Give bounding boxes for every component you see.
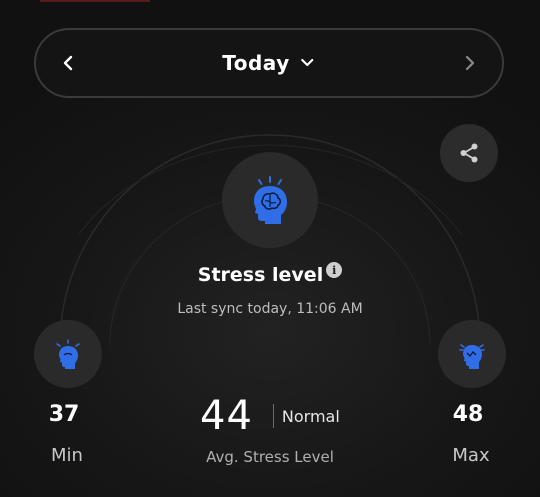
stress-icon-circle: [222, 152, 318, 248]
stress-title-row: Stress level i: [0, 262, 540, 286]
max-stress-icon-circle: [438, 320, 506, 388]
info-icon[interactable]: i: [326, 262, 343, 278]
brain-head-icon: [254, 176, 287, 224]
min-stress-value: 37: [48, 402, 80, 427]
min-stress-icon-circle: [34, 320, 102, 388]
max-stress-value: 48: [452, 402, 484, 427]
stressed-head-icon: [459, 344, 485, 369]
avg-stress-status: Normal: [281, 406, 340, 426]
stress-title: Stress level: [197, 264, 324, 286]
avg-stress-value: 44: [200, 393, 253, 439]
last-sync-text: Last sync today, 11:06 AM: [177, 301, 363, 317]
stress-screen: Today Stress level i Last sync today, 11…: [0, 0, 540, 497]
calm-head-icon: [56, 339, 80, 369]
avg-stress-label: Avg. Stress Level: [206, 448, 334, 466]
avg-divider: [272, 404, 274, 428]
avg-stress-row: 44 Normal: [200, 393, 340, 439]
